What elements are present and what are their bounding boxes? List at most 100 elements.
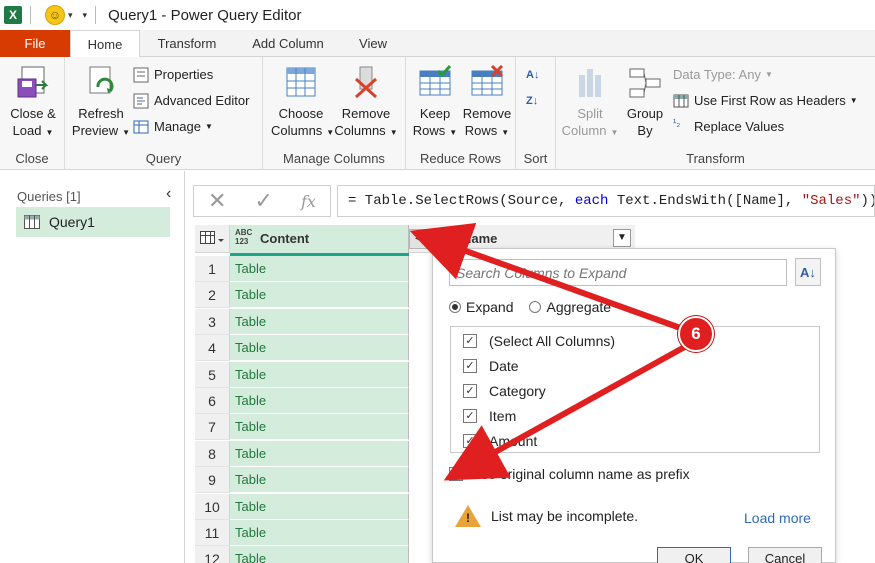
checkbox-checked-icon[interactable]: ✓ <box>463 434 477 448</box>
remove-columns-button[interactable]: Remove Columns ▼ <box>333 65 399 141</box>
sort-ascending-button[interactable]: A↓ <box>526 65 539 85</box>
fx-icon[interactable]: fx <box>301 192 316 211</box>
first-row-headers-label: Use First Row as Headers <box>694 93 846 108</box>
list-item[interactable]: ✓ Category <box>463 381 546 401</box>
checkbox-checked-icon[interactable]: ✓ <box>463 359 477 373</box>
remove-rows-button[interactable]: Remove Rows ▼ <box>460 64 514 141</box>
properties-button[interactable]: Properties <box>133 65 213 85</box>
manage-button[interactable]: Manage ▼ <box>133 117 213 137</box>
use-first-row-headers-button[interactable]: Use First Row as Headers ▼ <box>673 91 858 111</box>
checkbox-checked-icon[interactable]: ✓ <box>463 334 477 348</box>
table-menu-icon[interactable] <box>195 225 230 253</box>
sort-az-icon[interactable]: A↓ <box>795 258 821 286</box>
confirm-formula-icon[interactable]: ✓ <box>255 188 273 214</box>
table-row: 7 Table <box>195 414 409 440</box>
ribbon-group-query: Refresh Preview ▼ Properties Advanced Edi… <box>65 57 263 170</box>
cancel-formula-icon[interactable]: ✕ <box>208 188 226 214</box>
search-columns-input[interactable] <box>449 259 787 286</box>
list-item[interactable]: ✓ Amount <box>463 431 537 451</box>
group-by-button[interactable]: Group By <box>620 65 670 139</box>
aggregate-radio[interactable] <box>529 301 542 313</box>
advanced-editor-button[interactable]: Advanced Editor <box>133 91 249 111</box>
list-item[interactable]: ✓ Item <box>463 406 516 426</box>
load-more-link[interactable]: Load more <box>744 510 811 526</box>
table-row: 2 Table <box>195 282 409 308</box>
row-number[interactable]: 6 <box>195 388 230 414</box>
ribbon-group-reduce-rows: Keep Rows ▼ Remove Rows ▼ Reduce Rows <box>406 57 516 170</box>
feedback-smiley-icon[interactable]: ☺ <box>45 5 65 25</box>
properties-icon <box>133 67 149 83</box>
tab-file[interactable]: File <box>0 30 70 57</box>
table-cell[interactable]: Table <box>230 388 409 414</box>
formula-middle: Text.EndsWith([Name], <box>608 193 802 209</box>
row-number[interactable]: 7 <box>195 414 230 440</box>
tab-transform[interactable]: Transform <box>148 30 226 57</box>
table-cell[interactable]: Table <box>230 256 409 282</box>
checkbox-checked-icon[interactable]: ✓ <box>463 409 477 423</box>
table-cell[interactable]: Table <box>230 441 409 467</box>
row-number[interactable]: 10 <box>195 494 230 520</box>
window-title: Query1 - Power Query Editor <box>108 6 302 24</box>
prefix-option[interactable]: Use original column name as prefix <box>449 466 690 482</box>
customize-toolbar-icon[interactable]: ▾ <box>83 10 88 21</box>
table-cell[interactable]: Table <box>230 309 409 335</box>
refresh-preview-button[interactable]: Refresh Preview ▼ <box>71 65 131 141</box>
table-cell[interactable]: Table <box>230 414 409 440</box>
list-item[interactable]: ✓ (Select All Columns) <box>463 331 615 351</box>
expand-radio[interactable] <box>449 301 461 313</box>
table-row: 11 Table <box>195 520 409 546</box>
checkbox-checked-icon[interactable]: ✓ <box>463 384 477 398</box>
sort-descending-icon: Z↓ <box>526 95 539 107</box>
table-cell[interactable]: Table <box>230 467 409 493</box>
row-number[interactable]: 4 <box>195 335 230 361</box>
tab-view[interactable]: View <box>350 30 396 57</box>
row-number[interactable]: 2 <box>195 282 230 308</box>
tab-home[interactable]: Home <box>70 30 140 58</box>
list-item[interactable]: ✓ Date <box>463 356 519 376</box>
table-row: 6 Table <box>195 388 409 414</box>
table-icon <box>24 215 40 229</box>
replace-values-button[interactable]: ¹₂ Replace Values <box>673 117 784 137</box>
row-number[interactable]: 12 <box>195 546 230 563</box>
column-option-label: Item <box>489 408 517 424</box>
choose-columns-button[interactable]: Choose Columns ▼ <box>271 65 334 141</box>
tab-add-column[interactable]: Add Column <box>244 30 332 57</box>
row-number[interactable]: 3 <box>195 309 230 335</box>
table-cell[interactable]: Table <box>230 335 409 361</box>
table-cell[interactable]: Table <box>230 362 409 388</box>
collapse-pane-icon[interactable]: ‹ <box>166 185 171 203</box>
row-number[interactable]: 9 <box>195 467 230 493</box>
query-item-query1[interactable]: Query1 <box>16 207 170 237</box>
split-column-icon <box>573 65 607 99</box>
type-bottom: 123 <box>235 237 249 246</box>
row-number[interactable]: 5 <box>195 362 230 388</box>
cancel-button[interactable]: Cancel <box>748 547 822 563</box>
remove-columns-text: Columns <box>334 123 386 138</box>
close-load-button[interactable]: Close & Load ▼ <box>4 65 62 141</box>
prefix-checkbox[interactable] <box>449 467 463 481</box>
table-cell[interactable]: Table <box>230 494 409 520</box>
column-header-content[interactable]: ABC 123 Content <box>230 225 409 253</box>
type-any-icon[interactable]: ABC 123 <box>235 228 252 246</box>
sort-descending-button[interactable]: Z↓ <box>526 91 538 111</box>
ribbon-group-close: Close & Load ▼ Close <box>0 57 65 170</box>
split-column-button[interactable]: Split Column ▼ <box>560 65 620 141</box>
row-number[interactable]: 11 <box>195 520 230 546</box>
column-label-content: Content <box>260 231 310 246</box>
properties-label: Properties <box>154 67 214 82</box>
keep-rows-button[interactable]: Keep Rows ▼ <box>410 65 460 141</box>
row-number[interactable]: 1 <box>195 256 230 282</box>
type-text-icon[interactable]: AB <box>431 230 443 243</box>
ribbon-group-sort: A↓ Z↓ Sort <box>516 57 556 170</box>
table-cell[interactable]: Table <box>230 546 409 563</box>
row-number[interactable]: 8 <box>195 441 230 467</box>
table-cell[interactable]: Table <box>230 520 409 546</box>
column-label-name: Name <box>462 231 498 246</box>
ok-button[interactable]: OK <box>657 547 731 563</box>
data-type-dropdown[interactable]: Data Type: Any ▼ <box>673 65 773 85</box>
split-column-label-1: Split <box>577 106 603 121</box>
filter-icon[interactable]: ▼ <box>613 229 631 247</box>
chevron-down-icon[interactable]: ▾ <box>68 10 73 21</box>
table-cell[interactable]: Table <box>230 282 409 308</box>
formula-input[interactable]: = Table.SelectRows(Source, each Text.End… <box>337 185 875 217</box>
